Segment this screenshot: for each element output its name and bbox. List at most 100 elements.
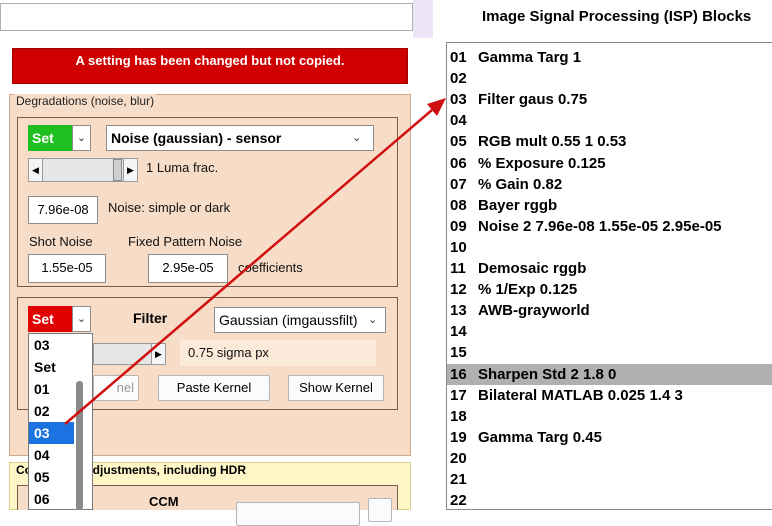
isp-list-item[interactable]: 16 Sharpen Std 2 1.8 0 (447, 363, 772, 385)
degradations-panel-title: Degradations (noise, blur) (14, 94, 157, 108)
isp-list-item[interactable]: 15 (447, 342, 772, 363)
isp-item-text: AWB-grayworld (478, 302, 590, 320)
isp-list-item[interactable]: 20 (447, 448, 772, 469)
isp-list-item[interactable]: 09 Noise 2 7.96e-08 1.55e-05 2.95e-05 (447, 216, 772, 237)
isp-list-item[interactable]: 14 (447, 321, 772, 342)
isp-item-text: % Gain 0.82 (478, 175, 563, 193)
isp-item-number: 05 (450, 133, 467, 151)
filter-mode-dropdown-list: 03 Set 01 02 03 04 05 06 (28, 333, 93, 510)
isp-item-number: 02 (450, 70, 467, 88)
dropdown-option[interactable]: 04 (29, 444, 74, 466)
ccm-label: CCM (149, 494, 179, 509)
isp-list-item[interactable]: 06 % Exposure 0.125 (447, 153, 772, 174)
paste-kernel-button[interactable]: Paste Kernel (158, 375, 270, 401)
filter-type-dropdown[interactable]: Gaussian (imgaussfilt) (214, 307, 386, 333)
isp-item-text: Gamma Targ 1 (478, 49, 582, 66)
isp-list-item[interactable]: 01 Gamma Targ 1 (447, 47, 772, 68)
isp-list-item[interactable]: 10 (447, 237, 772, 258)
dropdown-option[interactable]: 01 (29, 378, 74, 400)
slider-left-arrow-icon[interactable]: ◀ (29, 159, 43, 181)
isp-item-text: Noise 2 7.96e-08 1.55e-05 2.95e-05 (478, 217, 722, 235)
isp-list-item[interactable]: 21 (447, 469, 772, 490)
isp-item-number: 11 (450, 260, 466, 277)
dropdown-option[interactable]: 05 (29, 466, 74, 488)
chevron-down-icon: ⌄ (352, 132, 362, 144)
isp-list-item[interactable]: 12 % 1/Exp 0.125 (447, 279, 772, 300)
fixed-pattern-noise-field[interactable]: 2.95e-05 (148, 254, 228, 283)
isp-item-text: Sharpen Std 2 1.8 0 (478, 365, 617, 383)
isp-item-number: 13 (450, 302, 467, 320)
dropdown-option-selected[interactable]: 03 (29, 422, 74, 444)
isp-list-item[interactable]: 11 Demosaic rggb (447, 258, 772, 279)
slider-right-arrow-icon[interactable]: ▶ (151, 344, 165, 364)
noise-mode-dropdown[interactable]: Set (28, 125, 72, 151)
slider-right-arrow-icon[interactable]: ▶ (123, 159, 137, 181)
chevron-down-icon[interactable]: ⌄ (72, 125, 91, 151)
isp-item-number: 15 (450, 344, 467, 362)
copy-kernel-button[interactable]: nel (93, 375, 139, 401)
dropdown-option[interactable]: Set (29, 356, 74, 378)
show-kernel-button[interactable]: Show Kernel (288, 375, 384, 401)
dropdown-option[interactable]: 02 (29, 400, 74, 422)
isp-item-number: 21 (450, 471, 467, 488)
coefficients-label: coefficients (238, 260, 303, 275)
fixed-pattern-noise-label: Fixed Pattern Noise (128, 234, 243, 249)
isp-item-number: 01 (450, 49, 467, 66)
isp-title: Image Signal Processing (ISP) Blocks (482, 8, 752, 25)
isp-item-number: 18 (450, 407, 467, 425)
slider-thumb[interactable] (113, 159, 122, 181)
isp-item-number: 08 (450, 196, 467, 214)
chevron-down-icon[interactable]: ⌄ (72, 306, 91, 332)
shot-noise-field[interactable]: 1.55e-05 (28, 254, 106, 283)
isp-list-item[interactable]: 13 AWB-grayworld (447, 300, 772, 321)
isp-list-item[interactable]: 07 % Gain 0.82 (447, 174, 772, 195)
read-noise-field[interactable]: 7.96e-08 (28, 196, 98, 224)
isp-list-item[interactable]: 08 Bayer rggb (447, 195, 772, 216)
command-input[interactable] (0, 3, 413, 31)
unsaved-warning-banner: A setting has been changed but not copie… (12, 48, 408, 84)
dropdown-scrollbar[interactable] (76, 381, 83, 510)
isp-item-number: 03 (450, 91, 467, 109)
isp-list-item[interactable]: 05 RGB mult 0.55 1 0.53 (447, 131, 772, 152)
shot-noise-label: Shot Noise (29, 234, 93, 249)
top-strip (413, 0, 433, 38)
isp-item-text: Filter gaus 0.75 (478, 91, 588, 109)
filter-mode-dropdown[interactable]: Set (28, 306, 72, 332)
isp-list-item[interactable]: 03 Filter gaus 0.75 (447, 89, 772, 110)
isp-item-text: Demosaic rggb (478, 260, 587, 277)
isp-item-number: 22 (450, 492, 467, 510)
isp-list-item[interactable]: 22 (447, 490, 772, 511)
sigma-label: 0.75 sigma px (188, 345, 269, 360)
chevron-down-icon: ⌄ (368, 314, 378, 326)
isp-blocks-list[interactable]: 01 Gamma Targ 1 02 03 Filter gaus 0.75 04 05 RG… (446, 42, 772, 510)
isp-item-number: 12 (450, 281, 467, 299)
isp-list-item[interactable]: 17 Bilateral MATLAB 0.025 1.4 3 (447, 385, 772, 406)
isp-item-number: 14 (450, 323, 467, 341)
isp-item-text: % 1/Exp 0.125 (478, 281, 578, 299)
isp-item-number: 04 (450, 112, 467, 130)
isp-item-number: 19 (450, 428, 467, 446)
isp-item-number: 17 (450, 386, 467, 404)
isp-item-text: % Exposure 0.125 (478, 154, 606, 172)
filter-label: Filter (133, 310, 168, 326)
isp-item-number: 20 (450, 449, 467, 467)
isp-list-item[interactable]: 04 (447, 110, 772, 131)
ccm-small-button[interactable] (368, 498, 392, 522)
isp-item-text: Bayer rggb (478, 196, 558, 214)
isp-item-text: RGB mult 0.55 1 0.53 (478, 133, 627, 151)
isp-item-text: Bilateral MATLAB 0.025 1.4 3 (478, 386, 683, 404)
isp-item-number: 09 (450, 217, 467, 235)
ccm-button[interactable] (236, 502, 360, 526)
dropdown-option[interactable]: 03 (29, 334, 74, 356)
luma-slider-label: 1 Luma frac. (146, 160, 219, 175)
isp-item-number: 16 (450, 365, 467, 383)
isp-item-number: 06 (450, 154, 467, 172)
dropdown-option[interactable]: 06 (29, 488, 74, 510)
noise-type-dropdown[interactable]: Noise (gaussian) - sensor (106, 125, 374, 151)
read-noise-label: Noise: simple or dark (108, 200, 231, 215)
isp-item-number: 10 (450, 238, 467, 256)
isp-list-item[interactable]: 18 (447, 406, 772, 427)
isp-item-text: Gamma Targ 0.45 (478, 428, 602, 446)
isp-list-item[interactable]: 02 (447, 68, 772, 89)
isp-list-item[interactable]: 19 Gamma Targ 0.45 (447, 427, 772, 448)
